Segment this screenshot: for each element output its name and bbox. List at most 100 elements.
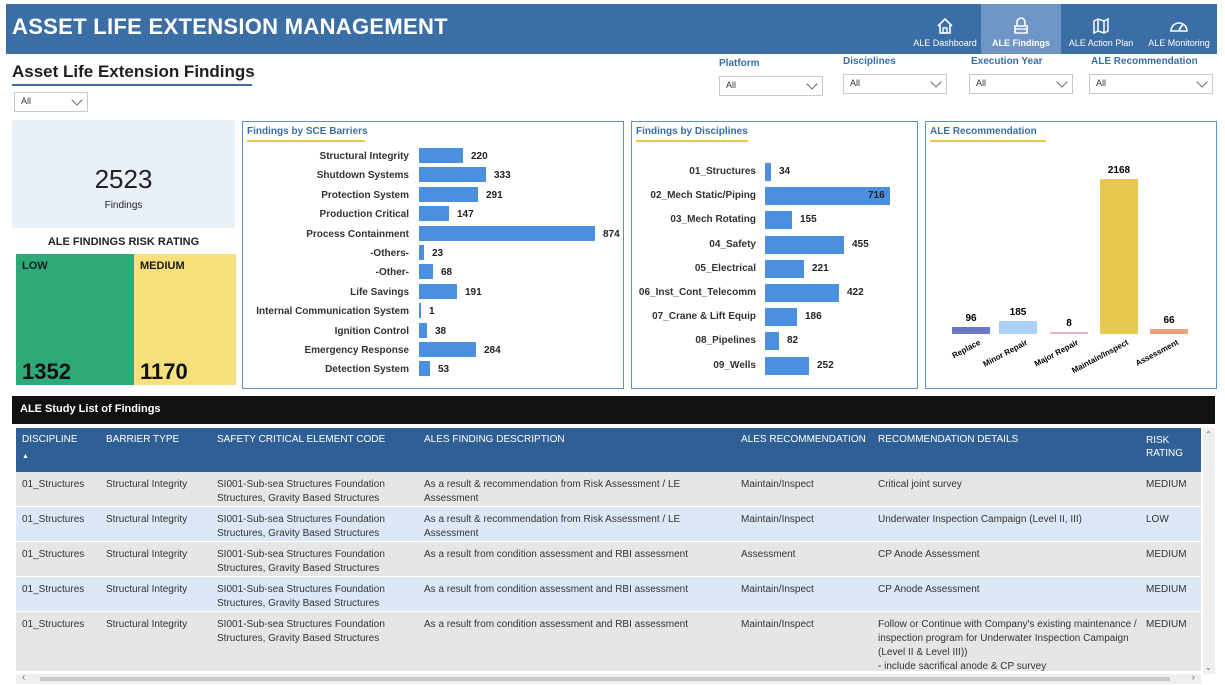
bar-value-label: 34	[779, 166, 791, 177]
bar[interactable]	[419, 148, 463, 163]
table-cell: SI001-Sub-sea Structures Foundation Stru…	[217, 619, 385, 644]
column-header-recommendation[interactable]: ALES RECOMMENDATION	[741, 434, 866, 445]
table-cell: As a result from condition assessment an…	[424, 619, 689, 630]
table-cell: As a result & recommendation from Risk A…	[424, 479, 681, 504]
scroll-up-icon[interactable]: ⌃	[1205, 430, 1212, 439]
table-cell: Assessment	[741, 549, 796, 560]
scrollbar-thumb[interactable]	[40, 677, 1170, 681]
table-row[interactable]: 01_Structures Structural Integrity SI001-S…	[16, 612, 1201, 672]
sort-ascending-icon: ▲	[22, 453, 29, 460]
filter-platform-dropdown[interactable]: All	[719, 76, 823, 96]
ale-recommendation-chart: ALE Recommendation 96 Replace 185 Minor Rep…	[925, 121, 1217, 389]
bar-value-label: 8	[1066, 318, 1072, 329]
column-header-discipline[interactable]: DISCIPLINE ▲	[22, 434, 78, 460]
table-header-row: DISCIPLINE ▲ BARRIER TYPE SAFETY CRITICAL…	[16, 428, 1201, 472]
table-row[interactable]: 01_Structures Structural Integrity SI001-S…	[16, 472, 1201, 507]
horizontal-scrollbar[interactable]: ‹ ›	[16, 672, 1201, 684]
scroll-right-icon[interactable]: ›	[1192, 672, 1195, 683]
findings-count: 2523	[94, 164, 153, 194]
bar-value-label: 191	[465, 286, 482, 298]
bar[interactable]	[999, 321, 1037, 334]
bar[interactable]	[419, 322, 427, 338]
bar-value-label: 220	[471, 151, 488, 162]
bar[interactable]	[419, 167, 486, 183]
table-cell: SI001-Sub-sea Structures Foundation Stru…	[217, 479, 385, 504]
bar-value-label: 186	[805, 311, 822, 323]
bar[interactable]	[765, 356, 809, 375]
column-header-risk-rating[interactable]: RISK RATING	[1146, 434, 1196, 460]
table-cell: SI001-Sub-sea Structures Foundation Stru…	[217, 584, 385, 609]
bar[interactable]	[765, 259, 804, 278]
bar[interactable]	[1100, 179, 1138, 334]
scroll-left-icon[interactable]: ‹	[22, 672, 25, 683]
filter-ale-recommendation-dropdown[interactable]: All	[1089, 74, 1213, 94]
bar[interactable]	[419, 186, 478, 202]
column-header-sce-code[interactable]: SAFETY CRITICAL ELEMENT CODE	[217, 434, 385, 445]
bar[interactable]	[419, 206, 449, 222]
findings-kpi-card: 2523 Findings	[12, 120, 235, 228]
filter-execution-year-dropdown[interactable]: All	[969, 74, 1073, 94]
bar[interactable]	[1150, 329, 1188, 334]
chevron-down-icon	[930, 76, 942, 88]
bar-value-label: 23	[432, 248, 444, 259]
scroll-down-icon[interactable]: ⌄	[1205, 663, 1212, 672]
bar[interactable]	[419, 283, 457, 299]
table-row[interactable]: 01_Structures Structural Integrity SI001-S…	[16, 542, 1201, 577]
risk-low-card[interactable]: LOW 1352	[16, 254, 134, 385]
column-header-barrier-type[interactable]: BARRIER TYPE	[106, 434, 179, 445]
table-cell: 01_Structures	[22, 514, 85, 525]
bar[interactable]	[419, 303, 421, 319]
bar-value-label: 874	[603, 228, 620, 240]
bar[interactable]	[419, 342, 476, 357]
page-filter-dropdown[interactable]: All	[14, 92, 88, 112]
disciplines-chart: Findings by Disciplines 01_Structures 34 0…	[631, 121, 918, 389]
filter-disciplines-dropdown[interactable]: All	[843, 74, 947, 94]
bar[interactable]	[765, 163, 771, 181]
table-row[interactable]: 01_Structures Structural Integrity SI001-S…	[16, 507, 1201, 542]
nav-ale-monitoring[interactable]: ALE Monitoring	[1141, 4, 1217, 54]
table-row[interactable]: 01_Structures Structural Integrity SI001-S…	[16, 577, 1201, 612]
main-nav: ALE Dashboard ALE Findings ALE Action Pl…	[909, 4, 1217, 54]
bar[interactable]	[419, 225, 595, 241]
category-label: Replace	[951, 338, 983, 361]
risk-medium-label: MEDIUM	[140, 260, 185, 272]
bar-value-label: 221	[812, 262, 829, 274]
risk-medium-card[interactable]: MEDIUM 1170	[134, 254, 236, 385]
bar[interactable]	[1050, 332, 1088, 334]
category-label: 07_Crane & Lift Equip	[652, 311, 756, 323]
nav-ale-dashboard[interactable]: ALE Dashboard	[909, 4, 981, 54]
bar[interactable]	[765, 284, 839, 302]
nav-ale-findings[interactable]: ALE Findings	[981, 4, 1061, 54]
nav-label: ALE Findings	[992, 38, 1050, 48]
bar[interactable]	[419, 245, 424, 260]
column-header-recommendation-details[interactable]: RECOMMENDATION DETAILS	[878, 434, 1018, 445]
category-label: 05_Electrical	[694, 262, 756, 274]
dropdown-value: All	[726, 80, 737, 90]
bar[interactable]	[765, 211, 792, 230]
category-label: 06_Inst_Cont_Telecomm	[638, 287, 756, 298]
risk-low-value: 1352	[22, 359, 71, 384]
bar[interactable]	[419, 361, 430, 377]
bar[interactable]	[952, 327, 990, 334]
bar-value-label: 38	[435, 325, 447, 337]
bar[interactable]	[765, 332, 779, 351]
table-cell: 01_Structures	[22, 584, 85, 595]
table-cell: 01_Structures	[22, 619, 85, 630]
nav-ale-action-plan[interactable]: ALE Action Plan	[1061, 4, 1141, 54]
chevron-down-icon	[1196, 76, 1208, 88]
chevron-down-icon	[806, 78, 818, 90]
category-label: Assessment	[1134, 338, 1180, 368]
vertical-scrollbar[interactable]: ⌃ ⌄	[1203, 428, 1215, 674]
bar[interactable]	[765, 308, 797, 327]
bar-value-label: 291	[486, 189, 503, 201]
bar[interactable]	[765, 235, 844, 254]
bar-value-label: 422	[847, 287, 864, 298]
table-cell: Maintain/Inspect	[741, 584, 814, 595]
category-label: Detection System	[325, 364, 409, 376]
filter-label-disciplines: Disciplines	[843, 56, 896, 67]
table-cell: SI001-Sub-sea Structures Foundation Stru…	[217, 514, 385, 539]
filter-label-execution-year: Execution Year	[971, 56, 1043, 67]
column-header-finding-description[interactable]: ALES FINDING DESCRIPTION	[424, 434, 565, 445]
bar[interactable]	[419, 264, 433, 280]
bar-value-label: 284	[484, 345, 501, 356]
